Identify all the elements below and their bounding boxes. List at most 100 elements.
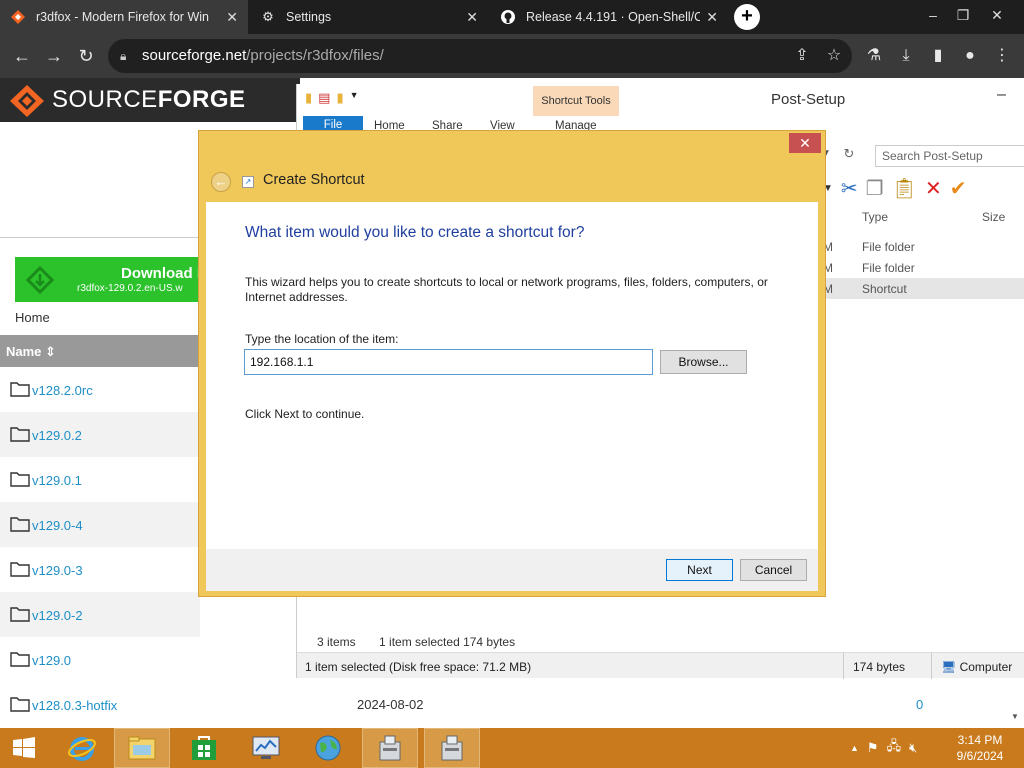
tab-title: r3dfox - Modern Firefox for Win xyxy=(36,10,209,24)
file-row[interactable]: v129.0 xyxy=(0,637,200,682)
clock-time: 3:14 PM xyxy=(957,733,1003,747)
qat-dropdown-icon[interactable]: ▼ xyxy=(350,90,359,106)
file-link[interactable]: v129.0.2 xyxy=(32,428,82,443)
divider xyxy=(0,237,200,238)
list-item[interactable]: M File folder xyxy=(817,236,1024,257)
file-row[interactable]: v129.0-3 xyxy=(0,547,200,592)
download-icon[interactable]: ⤓ xyxy=(894,44,918,68)
internet-explorer-taskbar-item[interactable] xyxy=(54,728,110,768)
quick-access-toolbar: ▮ ▤ ▮ ▼ xyxy=(305,90,359,106)
download-latest-button[interactable]: Download L r3dfox-129.0.2.en-US.w xyxy=(15,257,215,302)
folder-icon xyxy=(10,697,30,712)
restore-window-icon[interactable]: ❐ xyxy=(948,0,978,34)
cut-icon[interactable]: ✂ xyxy=(841,176,858,202)
lab-flask-icon[interactable]: ⚗ xyxy=(862,44,886,68)
github-icon xyxy=(500,9,516,25)
scroll-down-arrow-icon[interactable]: ▼ xyxy=(1011,712,1019,721)
close-tab-icon[interactable]: ✕ xyxy=(706,9,718,26)
refresh-icon[interactable]: ↻ xyxy=(839,146,859,166)
file-link[interactable]: v129.0 xyxy=(32,653,71,668)
explorer-search-input[interactable]: Search Post-Setup xyxy=(875,145,1024,167)
file-row[interactable]: v129.0-2 xyxy=(0,592,200,637)
installer-taskbar-item[interactable] xyxy=(424,728,480,768)
cancel-button[interactable]: Cancel xyxy=(740,559,807,581)
file-row[interactable]: v129.0-4 xyxy=(0,502,200,547)
folder-icon[interactable]: ▮ xyxy=(305,90,312,106)
dialog-close-button[interactable]: ✕ xyxy=(789,133,821,153)
file-row[interactable]: v128.2.0rc xyxy=(0,367,200,412)
back-arrow-icon[interactable]: ← xyxy=(10,44,34,68)
sourceforge-wordmark: SOURCEFORGE xyxy=(52,86,246,113)
profile-avatar-icon[interactable]: ● xyxy=(958,44,982,68)
system-tray: ▲ ⚑ 🖧︎ 🔇︎ xyxy=(850,728,917,768)
file-row[interactable]: v129.0.1 xyxy=(0,457,200,502)
breadcrumb-home[interactable]: Home xyxy=(15,310,50,325)
computer-icon: 🖥︎ xyxy=(941,660,957,674)
file-download-count[interactable]: 0 xyxy=(916,697,923,712)
store-taskbar-item[interactable] xyxy=(176,728,232,768)
browse-button[interactable]: Browse... xyxy=(660,350,747,374)
file-link[interactable]: v129.0-2 xyxy=(32,608,83,623)
tab-github-release[interactable]: Release 4.4.191 · Open-Shell/Op ✕ xyxy=(490,0,728,34)
forward-arrow-icon[interactable]: → xyxy=(42,44,66,68)
file-explorer-taskbar-item[interactable] xyxy=(114,728,170,768)
network-taskbar-item[interactable] xyxy=(300,728,356,768)
show-hidden-icons-icon[interactable]: ▲ xyxy=(850,743,859,753)
sourceforge-header: SOURCEFORGE xyxy=(0,78,300,122)
tab-settings[interactable]: ⚙ Settings ✕ xyxy=(250,0,488,34)
file-row[interactable]: v128.0.3-hotfix 2024-08-02 0 xyxy=(0,682,1012,727)
name-column-header[interactable]: Name ⇕ xyxy=(0,335,200,367)
sort-arrows-icon: ⇕ xyxy=(45,344,56,359)
installer-icon xyxy=(441,735,463,761)
volume-muted-icon[interactable]: 🔇︎ xyxy=(909,740,917,756)
task-manager-taskbar-item[interactable] xyxy=(238,728,294,768)
column-type[interactable]: Type xyxy=(862,210,888,224)
close-tab-icon[interactable]: ✕ xyxy=(466,9,478,26)
installer-taskbar-item[interactable] xyxy=(362,728,418,768)
menu-kebab-icon[interactable]: ⋮ xyxy=(990,44,1014,68)
side-panel-icon[interactable]: ▮ xyxy=(926,44,950,68)
browser-tab-bar: r3dfox - Modern Firefox for Win ✕ ⚙ Sett… xyxy=(0,0,1024,34)
folder-icon xyxy=(10,382,30,397)
sourceforge-logo-icon[interactable] xyxy=(8,84,46,118)
bookmark-star-icon[interactable]: ☆ xyxy=(822,44,846,68)
back-arrow-icon[interactable]: ← xyxy=(211,172,231,192)
next-button[interactable]: Next xyxy=(666,559,733,581)
divider xyxy=(931,653,932,679)
tab-r3dfox[interactable]: r3dfox - Modern Firefox for Win ✕ xyxy=(0,0,248,34)
minimize-window-icon[interactable]: – xyxy=(918,0,948,34)
column-size[interactable]: Size xyxy=(982,210,1005,224)
share-icon[interactable]: ⇪ xyxy=(790,44,814,68)
status-selection: 1 item selected (Disk free space: 71.2 M… xyxy=(305,660,532,674)
address-bar[interactable]: 🔒︎ sourceforge.net/projects/r3dfox/files… xyxy=(108,39,852,73)
minimize-icon[interactable]: – xyxy=(997,86,1006,104)
action-center-flag-icon[interactable]: ⚑ xyxy=(867,740,879,756)
file-link[interactable]: v129.0-4 xyxy=(32,518,83,533)
close-window-icon[interactable]: ✕ xyxy=(982,0,1012,34)
rename-check-icon[interactable]: ✔ xyxy=(950,176,967,202)
continue-hint: Click Next to continue. xyxy=(245,407,365,421)
delete-icon[interactable]: ✕ xyxy=(925,176,942,202)
new-folder-icon[interactable]: ▮ xyxy=(336,90,343,106)
location-input[interactable] xyxy=(244,349,653,375)
copy-icon[interactable]: ❐ xyxy=(866,176,884,202)
ribbon-command-icons: ▼ ✂ ❐ 📋︎ ✕ ✔ xyxy=(823,176,967,202)
list-item[interactable]: M File folder xyxy=(817,257,1024,278)
folder-icon xyxy=(10,517,30,532)
file-link[interactable]: v128.2.0rc xyxy=(32,383,93,398)
network-icon[interactable]: 🖧︎ xyxy=(887,737,902,759)
paste-icon[interactable]: 📋︎ xyxy=(892,176,917,202)
properties-icon[interactable]: ▤ xyxy=(318,90,330,106)
reload-icon[interactable]: ↻ xyxy=(74,44,98,68)
system-clock[interactable]: 3:14 PM 9/6/2024 xyxy=(952,732,1008,764)
new-tab-button[interactable]: + xyxy=(734,4,760,30)
start-button[interactable] xyxy=(0,728,48,768)
shortcut-icon: ↗ xyxy=(242,176,254,188)
list-item[interactable]: M Shortcut xyxy=(817,278,1024,299)
folder-icon xyxy=(10,472,30,487)
file-row[interactable]: v129.0.2 xyxy=(0,412,200,457)
file-link[interactable]: v129.0.1 xyxy=(32,473,82,488)
file-link[interactable]: v129.0-3 xyxy=(32,563,83,578)
file-link[interactable]: v128.0.3-hotfix xyxy=(32,698,117,713)
close-tab-icon[interactable]: ✕ xyxy=(226,9,238,26)
